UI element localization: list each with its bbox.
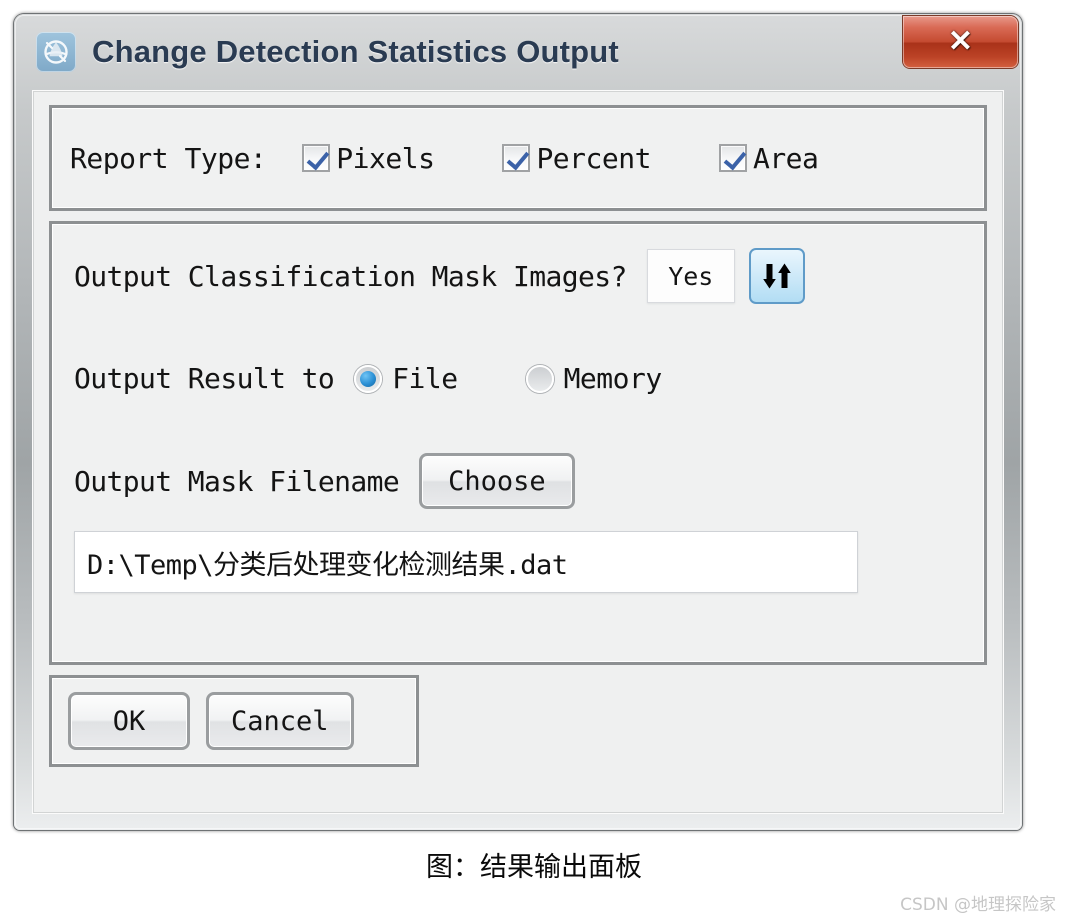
choose-button[interactable]: Choose: [419, 453, 575, 509]
radio-memory-circle[interactable]: [525, 364, 554, 393]
mask-images-label: Output Classification Mask Images?: [74, 259, 627, 293]
close-button[interactable]: ✕: [903, 16, 1018, 68]
dialog-buttons-panel: OK Cancel: [49, 675, 419, 767]
report-type-panel: Report Type: Pixels Percent Area: [49, 105, 987, 211]
figure-caption: 图：结果输出面板: [426, 852, 642, 883]
checkbox-pixels-box[interactable]: [302, 144, 331, 172]
window-title: Change Detection Statistics Output: [92, 34, 619, 69]
radio-file[interactable]: File: [354, 362, 458, 395]
mask-images-value[interactable]: Yes: [646, 249, 735, 303]
up-down-arrows-icon[interactable]: [748, 248, 805, 304]
watermark: CSDN @地理探险家: [900, 895, 1056, 915]
checkbox-percent[interactable]: Percent: [502, 142, 651, 175]
checkbox-pixels-label: Pixels: [336, 141, 435, 175]
checkbox-area-box[interactable]: [718, 144, 747, 172]
title-bar: Change Detection Statistics Output ✕: [14, 14, 1022, 90]
cancel-button[interactable]: Cancel: [206, 692, 354, 750]
mask-filename-label: Output Mask Filename: [74, 464, 400, 498]
radio-memory-label: Memory: [563, 362, 663, 395]
output-result-label: Output Result to: [74, 362, 335, 395]
checkbox-area-label: Area: [752, 141, 819, 175]
radio-file-circle[interactable]: [354, 364, 383, 393]
mask-filename-input[interactable]: D:\Temp\分类后处理变化检测结果.dat: [74, 531, 858, 593]
radio-file-label: File: [392, 362, 458, 395]
ok-button[interactable]: OK: [68, 692, 190, 750]
dialog-window: Change Detection Statistics Output ✕ Rep…: [14, 14, 1022, 830]
dialog-client-area: Report Type: Pixels Percent Area Output …: [32, 90, 1004, 814]
report-type-label: Report Type:: [70, 141, 267, 175]
mask-images-row: Output Classification Mask Images? Yes: [74, 248, 962, 304]
close-icon: ✕: [947, 25, 974, 58]
output-result-row: Output Result to File Memory: [74, 362, 962, 395]
globe-icon: [36, 32, 76, 72]
output-options-panel: Output Classification Mask Images? Yes O…: [49, 221, 987, 665]
checkbox-percent-label: Percent: [536, 141, 651, 175]
checkbox-percent-box[interactable]: [502, 144, 531, 172]
radio-memory[interactable]: Memory: [525, 362, 663, 395]
checkbox-area[interactable]: Area: [718, 141, 819, 175]
mask-filename-row: Output Mask Filename Choose: [74, 453, 962, 509]
checkbox-pixels[interactable]: Pixels: [302, 141, 435, 175]
